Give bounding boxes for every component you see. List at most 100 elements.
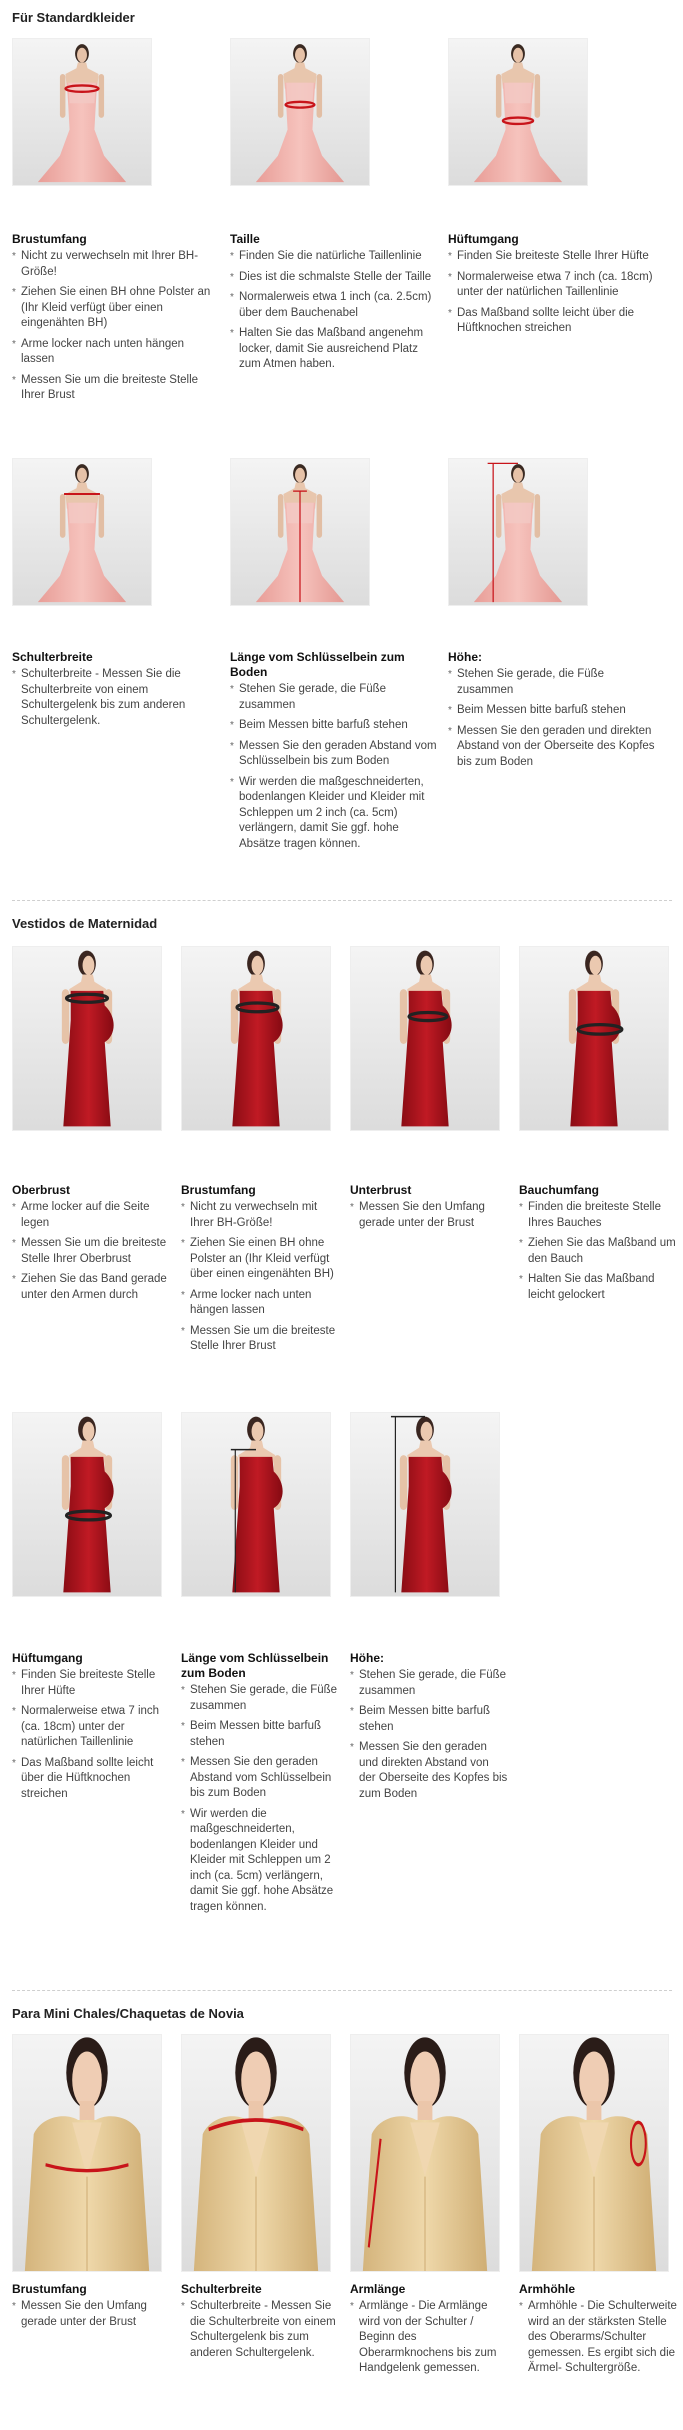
measurement-title: Höhe:	[448, 650, 482, 664]
measurement-title: Länge vom Schlüsselbein zum Boden	[230, 650, 405, 679]
measurement-caption: Schulterbreite Schulterbreite - Messen Si…	[12, 650, 224, 734]
instruction-item: Arme locker auf die Seite legen	[12, 1200, 170, 1231]
instruction-item: Halten Sie das Maßband angenehm locker, …	[230, 326, 435, 373]
instruction-item: Normalerweis etwa 1 inch (ca. 2.5cm) übe…	[230, 290, 435, 321]
instruction-item: Arme locker nach unten hängen lassen	[181, 1288, 339, 1319]
measurement-caption: Brustumfang Nicht zu verwechseln mit Ihre…	[181, 1183, 339, 1360]
measurement-photo	[181, 2034, 331, 2272]
instruction-item: Beim Messen bitte barfuß stehen	[350, 1704, 508, 1735]
measurement-caption: Schulterbreite Schulterbreite - Messen Si…	[181, 2282, 339, 2366]
measurement-illustration	[13, 947, 161, 1130]
measurement-title: Unterbrust	[350, 1183, 412, 1197]
instruction-item: Stehen Sie gerade, die Füße zusammen	[230, 682, 442, 713]
instruction-item: Messen Sie den geraden und direkten Abst…	[350, 1740, 508, 1802]
instruction-item: Nicht zu verwechseln mit Ihrer BH-Größe!	[12, 249, 217, 280]
measurement-instructions: Stehen Sie gerade, die Füße zusammen Beim…	[230, 682, 442, 852]
measurement-instructions: Nicht zu verwechseln mit Ihrer BH-Größe!…	[12, 249, 217, 404]
instruction-item: Messen Sie den Umfang gerade unter der B…	[12, 2299, 170, 2330]
measurement-illustration	[13, 459, 151, 605]
measurement-illustration	[13, 2035, 161, 2271]
instruction-item: Nicht zu verwechseln mit Ihrer BH-Größe!	[181, 1200, 339, 1231]
measurement-title: Schulterbreite	[12, 650, 93, 664]
instruction-item: Armlänge - Die Armlänge wird von der Sch…	[350, 2299, 508, 2377]
instruction-item: Das Maßband sollte leicht über die Hüftk…	[12, 1756, 170, 1803]
measurement-illustration	[231, 39, 369, 185]
measurement-photo	[448, 38, 588, 186]
measurement-caption: Länge vom Schlüsselbein zum Boden Stehen …	[181, 1651, 339, 1920]
measurement-caption: Armhöhle Armhöhle - Die Schulterweite wir…	[519, 2282, 677, 2382]
measurement-photo	[519, 946, 669, 1131]
measurement-photo	[12, 2034, 162, 2272]
measurement-instructions: Finden die breiteste Stelle Ihres Bauche…	[519, 1200, 677, 1303]
measurement-photo	[350, 946, 500, 1131]
instruction-item: Messen Sie den geraden Abstand vom Schlü…	[230, 739, 442, 770]
instruction-item: Wir werden die maßgeschneiderten, bodenl…	[230, 775, 442, 853]
instruction-item: Finden Sie breiteste Stelle Ihrer Hüfte	[448, 249, 653, 265]
measurement-caption: Bauchumfang Finden die breiteste Stelle I…	[519, 1183, 677, 1308]
measurement-title: Bauchumfang	[519, 1183, 600, 1197]
measurement-photo	[350, 2034, 500, 2272]
section-title: Vestidos de Maternidad	[12, 916, 158, 931]
measurement-photo	[230, 38, 370, 186]
measurement-caption: Oberbrust Arme locker auf die Seite legen…	[12, 1183, 170, 1308]
measurement-title: Brustumfang	[12, 2282, 87, 2296]
measurement-instructions: Finden Sie breiteste Stelle Ihrer Hüfte N…	[12, 1668, 170, 1802]
section-divider	[12, 1990, 672, 1991]
measurement-illustration	[351, 2035, 499, 2271]
measurement-caption: Brustumfang Messen Sie den Umfang gerade …	[12, 2282, 170, 2335]
instruction-item: Messen Sie um die breiteste Stelle Ihrer…	[12, 373, 217, 404]
instruction-item: Messen Sie um die breiteste Stelle Ihrer…	[181, 1324, 339, 1355]
measurement-caption: Länge vom Schlüsselbein zum Boden Stehen …	[230, 650, 442, 857]
instruction-item: Ziehen Sie das Band gerade unter den Arm…	[12, 1272, 170, 1303]
measurement-illustration	[351, 947, 499, 1130]
measurement-illustration	[13, 39, 151, 185]
measurement-instructions: Stehen Sie gerade, die Füße zusammen Beim…	[181, 1683, 339, 1915]
instruction-item: Das Maßband sollte leicht über die Hüftk…	[448, 306, 653, 337]
instruction-item: Beim Messen bitte barfuß stehen	[230, 718, 442, 734]
measurement-instructions: Finden Sie die natürliche Taillenlinie Di…	[230, 249, 435, 373]
instruction-item: Beim Messen bitte barfuß stehen	[448, 703, 660, 719]
measurement-caption: Armlänge Armlänge - Die Armlänge wird von…	[350, 2282, 508, 2382]
measurement-illustration	[449, 39, 587, 185]
measurement-photo	[12, 38, 152, 186]
measurement-title: Oberbrust	[12, 1183, 71, 1197]
instruction-item: Finden die breiteste Stelle Ihres Bauche…	[519, 1200, 677, 1231]
measurement-title: Länge vom Schlüsselbein zum Boden	[181, 1651, 329, 1680]
measurement-instructions: Stehen Sie gerade, die Füße zusammen Beim…	[350, 1668, 508, 1802]
instruction-item: Ziehen Sie einen BH ohne Polster an (Ihr…	[181, 1236, 339, 1283]
measurement-photo	[448, 458, 588, 606]
instruction-item: Ziehen Sie das Maßband um den Bauch	[519, 1236, 677, 1267]
instruction-item: Halten Sie das Maßband leicht gelockert	[519, 1272, 677, 1303]
measurement-photo	[12, 946, 162, 1131]
instruction-item: Schulterbreite - Messen Sie die Schulter…	[181, 2299, 339, 2361]
section-title: Para Mini Chales/Chaquetas de Novia	[12, 2006, 244, 2021]
measurement-photo	[181, 1412, 331, 1597]
instruction-item: Dies ist die schmalste Stelle der Taille	[230, 270, 435, 286]
instruction-item: Finden Sie die natürliche Taillenlinie	[230, 249, 435, 265]
measurement-title: Hüftumgang	[448, 232, 519, 246]
measurement-illustration	[520, 947, 668, 1130]
measurement-photo	[230, 458, 370, 606]
measurement-title: Höhe:	[350, 1651, 384, 1665]
section-divider	[12, 900, 672, 901]
measurement-caption: Höhe: Stehen Sie gerade, die Füße zusamme…	[350, 1651, 508, 1807]
measurement-instructions: Schulterbreite - Messen Sie die Schulter…	[12, 667, 224, 729]
measurement-illustration	[182, 1413, 330, 1596]
measurement-photo	[12, 1412, 162, 1597]
measurement-title: Taille	[230, 232, 260, 246]
measurement-illustration	[13, 1413, 161, 1596]
instruction-item: Stehen Sie gerade, die Füße zusammen	[448, 667, 660, 698]
measurement-instructions: Nicht zu verwechseln mit Ihrer BH-Größe!…	[181, 1200, 339, 1355]
instruction-item: Arme locker nach unten hängen lassen	[12, 337, 217, 368]
instruction-item: Stehen Sie gerade, die Füße zusammen	[181, 1683, 339, 1714]
measurement-instructions: Messen Sie den Umfang gerade unter der B…	[350, 1200, 508, 1231]
instruction-item: Finden Sie breiteste Stelle Ihrer Hüfte	[12, 1668, 170, 1699]
measurement-illustration	[231, 459, 369, 605]
instruction-item: Beim Messen bitte barfuß stehen	[181, 1719, 339, 1750]
measurement-title: Hüftumgang	[12, 1651, 83, 1665]
measurement-photo	[12, 458, 152, 606]
measurement-instructions: Finden Sie breiteste Stelle Ihrer Hüfte N…	[448, 249, 653, 337]
instruction-item: Armhöhle - Die Schulterweite wird an der…	[519, 2299, 677, 2377]
section-title: Für Standardkleider	[12, 10, 135, 25]
measurement-title: Armhöhle	[519, 2282, 576, 2296]
